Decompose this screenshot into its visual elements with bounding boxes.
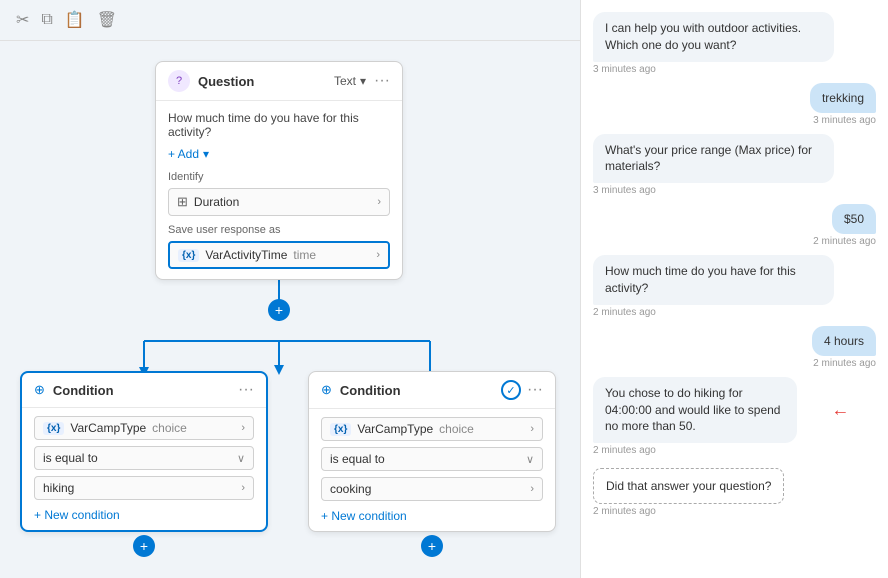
add-button[interactable]: + Add ▾: [168, 147, 390, 161]
var-icon: {x}: [178, 249, 199, 262]
condition-body-right: {x} VarCampType choice › is equal to ∨ c…: [309, 409, 555, 531]
card-title: Question: [198, 74, 254, 89]
equals-text-left: is equal to: [43, 451, 237, 465]
user-bubble-3: 4 hours: [812, 326, 876, 356]
value-row-right[interactable]: cooking ›: [321, 477, 543, 501]
bot-bubble-2: What's your price range (Max price) for …: [593, 134, 834, 184]
var-name-right: VarCampType: [357, 422, 433, 436]
condition-card-right: ⊕ Condition ✓ ··· {x} VarCampType choice…: [308, 371, 556, 532]
chat-message-5: How much time do you have for this activ…: [593, 255, 876, 318]
identify-value: Duration: [194, 195, 377, 209]
check-icon-right: ✓: [501, 380, 521, 400]
equals-row-left[interactable]: is equal to ∨: [34, 446, 254, 470]
chat-message-3: What's your price range (Max price) for …: [593, 134, 876, 197]
card-body: How much time do you have for this activ…: [156, 101, 402, 279]
chat-time-1: 3 minutes ago: [593, 64, 656, 75]
chevron-down-icon: ∨: [237, 452, 245, 465]
bot-bubble-1: I can help you with outdoor activities. …: [593, 12, 834, 62]
condition-body-left: {x} VarCampType choice › is equal to ∨ h…: [22, 408, 266, 530]
var-choice-left: choice: [152, 421, 187, 435]
var-badge-left: {x}: [43, 422, 64, 435]
save-label: Save user response as: [168, 224, 390, 236]
plus-button-right-bottom[interactable]: +: [421, 535, 443, 557]
chevron-right-icon: ›: [377, 196, 381, 208]
bot-bubble-3: How much time do you have for this activ…: [593, 255, 834, 305]
new-condition-left[interactable]: + New condition: [34, 508, 254, 522]
plus-button-main[interactable]: +: [268, 299, 290, 321]
var-row-right[interactable]: {x} VarCampType choice ›: [321, 417, 543, 441]
chat-message-6: 4 hours 2 minutes ago: [593, 326, 876, 369]
did-answer-card: Did that answer your question?: [593, 468, 784, 504]
arrow-indicator: ←: [832, 399, 850, 420]
condition-title-right: Condition: [340, 383, 401, 398]
chat-time-7: 2 minutes ago: [593, 445, 656, 456]
condition-icon-right: ⊕: [321, 382, 332, 398]
equals-row-right[interactable]: is equal to ∨: [321, 447, 543, 471]
chat-message-2: trekking 3 minutes ago: [593, 83, 876, 126]
card-menu-icon[interactable]: ···: [374, 72, 390, 90]
identify-label: Identify: [168, 171, 390, 183]
user-bubble-2: $50: [832, 204, 876, 234]
question-card: ? Question Text ▾ ··· How much time do y…: [155, 61, 403, 280]
condition-menu-right[interactable]: ···: [527, 381, 543, 399]
plus-button-left-bottom[interactable]: +: [133, 535, 155, 557]
bot-bubble-7-wrapper: You chose to do hiking for 04:00:00 and …: [593, 377, 834, 443]
table-icon: ⊞: [177, 194, 188, 210]
paste-icon[interactable]: 📋: [65, 10, 85, 30]
chat-time-2: 3 minutes ago: [813, 115, 876, 126]
chevron-down-icon: ∨: [526, 453, 534, 466]
var-name: VarActivityTime: [205, 248, 287, 262]
chat-time-3: 3 minutes ago: [593, 185, 656, 196]
value-text-left: hiking: [43, 481, 241, 495]
var-type: time: [293, 248, 316, 262]
flow-editor: ✂ ⧉ 📋 🗑 ?: [0, 0, 580, 578]
chat-message-8: Did that answer your question? 2 minutes…: [593, 464, 876, 517]
card-header: ? Question Text ▾ ···: [156, 62, 402, 101]
var-name-left: VarCampType: [70, 421, 146, 435]
bot-bubble-4: You chose to do hiking for 04:00:00 and …: [593, 377, 797, 443]
condition-menu-left[interactable]: ···: [238, 381, 254, 399]
delete-icon[interactable]: 🗑: [97, 10, 117, 30]
canvas: ? Question Text ▾ ··· How much time do y…: [0, 41, 580, 577]
equals-text-right: is equal to: [330, 452, 526, 466]
copy-icon[interactable]: ⧉: [41, 11, 52, 29]
chevron-right-icon: ›: [241, 422, 245, 434]
var-row-left[interactable]: {x} VarCampType choice ›: [34, 416, 254, 440]
user-bubble-1: trekking: [810, 83, 876, 113]
var-choice-right: choice: [439, 422, 474, 436]
condition-card-left: ⊕ Condition ··· {x} VarCampType choice ›…: [20, 371, 268, 532]
new-condition-right[interactable]: + New condition: [321, 509, 543, 523]
condition-header-right: ⊕ Condition ✓ ···: [309, 372, 555, 409]
cut-icon[interactable]: ✂: [16, 10, 29, 30]
identify-row[interactable]: ⊞ Duration ›: [168, 188, 390, 216]
chat-time-5: 2 minutes ago: [593, 307, 656, 318]
value-row-left[interactable]: hiking ›: [34, 476, 254, 500]
condition-header-left: ⊕ Condition ···: [22, 373, 266, 408]
chat-time-6: 2 minutes ago: [813, 358, 876, 369]
card-type[interactable]: Text ▾: [334, 74, 366, 88]
condition-icon-left: ⊕: [34, 382, 45, 398]
chat-time-8: 2 minutes ago: [593, 506, 656, 517]
var-badge-right: {x}: [330, 423, 351, 436]
chevron-right-icon: ›: [530, 423, 534, 435]
chat-panel: I can help you with outdoor activities. …: [580, 0, 888, 578]
toolbar: ✂ ⧉ 📋 🗑: [0, 0, 580, 41]
save-row[interactable]: {x} VarActivityTime time ›: [168, 241, 390, 269]
chat-time-4: 2 minutes ago: [813, 236, 876, 247]
chat-message-1: I can help you with outdoor activities. …: [593, 12, 876, 75]
question-text: How much time do you have for this activ…: [168, 111, 390, 139]
chevron-right-icon: ›: [241, 482, 245, 494]
chat-message-7: You chose to do hiking for 04:00:00 and …: [593, 377, 876, 456]
chevron-right-icon: ›: [530, 483, 534, 495]
chat-message-4: $50 2 minutes ago: [593, 204, 876, 247]
value-text-right: cooking: [330, 482, 530, 496]
chevron-right-icon: ›: [376, 249, 380, 261]
condition-title-left: Condition: [53, 383, 114, 398]
question-icon: ?: [168, 70, 190, 92]
